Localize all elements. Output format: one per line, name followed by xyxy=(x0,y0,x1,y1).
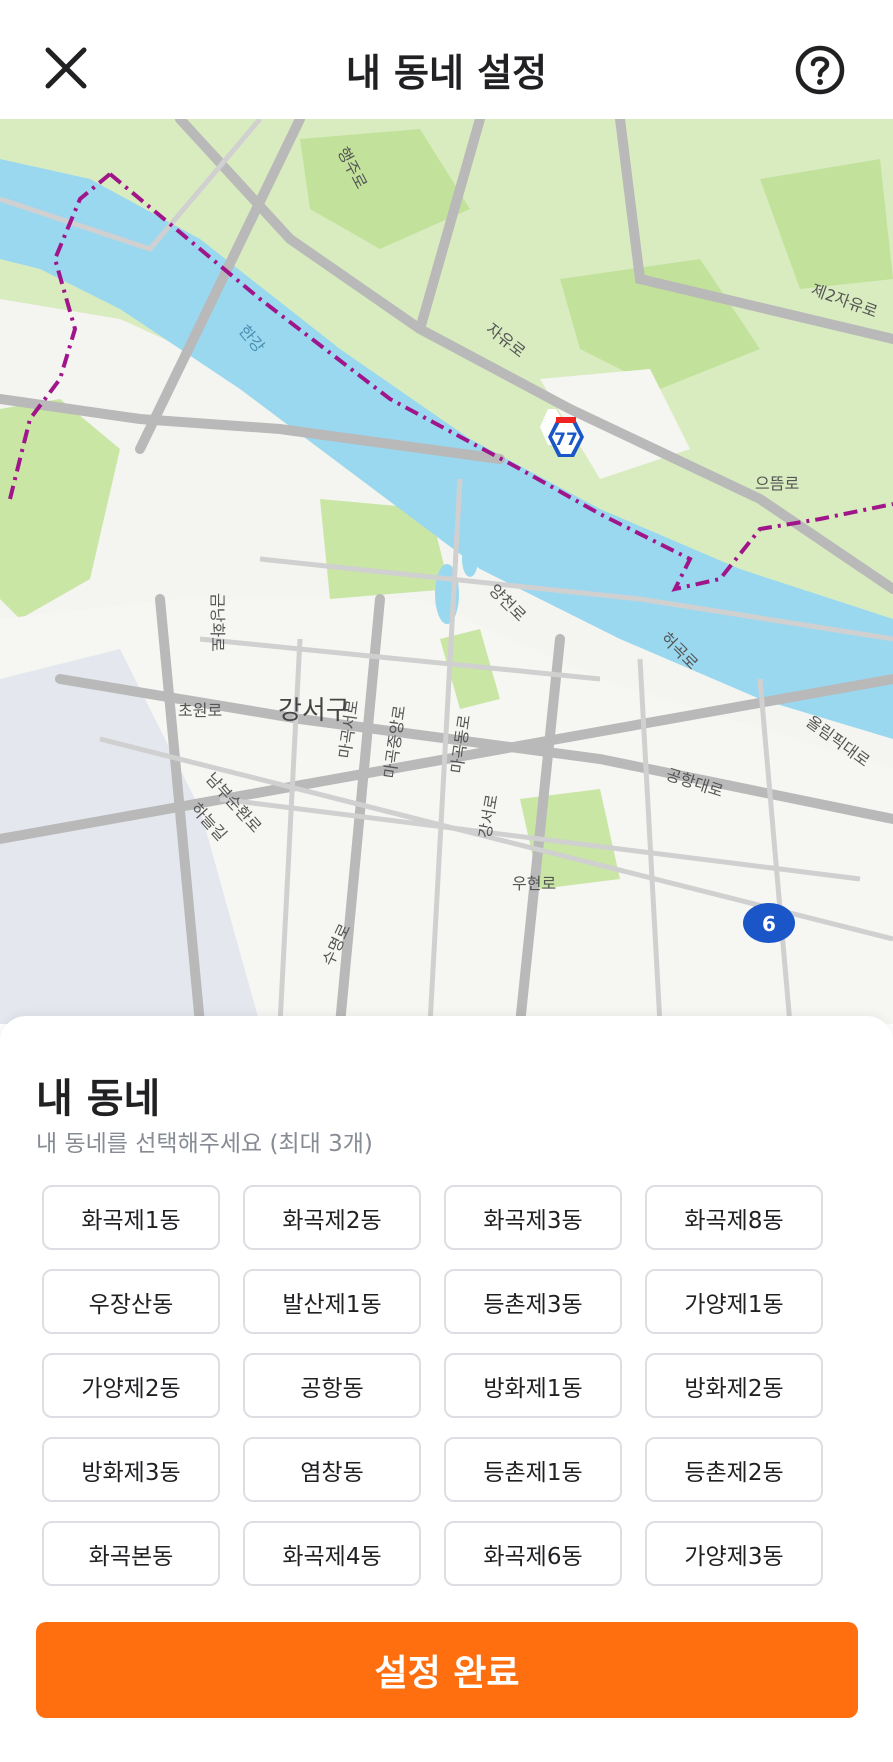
map-label-road: 금낭화로 xyxy=(208,593,227,652)
neighborhood-chip[interactable]: 화곡제2동 xyxy=(243,1185,421,1250)
neighborhood-chip[interactable]: 화곡제3동 xyxy=(444,1185,622,1250)
map-label-road: 초원로 xyxy=(178,701,222,720)
map-label-district: 강서구 xyxy=(278,696,350,726)
neighborhood-map[interactable]: 강서구 한강 행주로 자유로 제2자유로 으뜸로 양천로 허곡로 올림픽대로 공… xyxy=(0,119,893,1024)
map-label-road: 으뜸로 xyxy=(755,474,799,493)
neighborhood-chip[interactable]: 방화제1동 xyxy=(444,1353,622,1418)
neighborhood-chip[interactable]: 공항동 xyxy=(243,1353,421,1418)
neighborhood-sheet: 내 동네 내 동네를 선택해주세요 (최대 3개) 화곡제1동 화곡제2동 화곡… xyxy=(0,1016,893,1762)
neighborhood-chip[interactable]: 가양제3동 xyxy=(645,1521,823,1586)
svg-text:77: 77 xyxy=(554,430,578,450)
neighborhood-chip[interactable]: 등촌제1동 xyxy=(444,1437,622,1502)
neighborhood-chip[interactable]: 발산제1동 xyxy=(243,1269,421,1334)
top-app-bar: 내 동네 설정 xyxy=(0,0,893,119)
neighborhood-chip[interactable]: 화곡제4동 xyxy=(243,1521,421,1586)
neighborhood-chip[interactable]: 가양제2동 xyxy=(42,1353,220,1418)
neighborhood-chip[interactable]: 화곡제6동 xyxy=(444,1521,622,1586)
neighborhood-chip[interactable]: 방화제2동 xyxy=(645,1353,823,1418)
map-label-road: 우현로 xyxy=(512,874,556,893)
sheet-title: 내 동네 xyxy=(36,1076,161,1122)
neighborhood-chip[interactable]: 등촌제3동 xyxy=(444,1269,622,1334)
route-shield-icon: 6 xyxy=(743,903,795,943)
sheet-subtitle: 내 동네를 선택해주세요 (최대 3개) xyxy=(36,1131,373,1157)
neighborhood-chip[interactable]: 방화제3동 xyxy=(42,1437,220,1502)
neighborhood-chip[interactable]: 화곡제8동 xyxy=(645,1185,823,1250)
neighborhood-chip[interactable]: 가양제1동 xyxy=(645,1269,823,1334)
neighborhood-chip[interactable]: 등촌제2동 xyxy=(645,1437,823,1502)
neighborhood-chip[interactable]: 화곡본동 xyxy=(42,1521,220,1586)
svg-text:6: 6 xyxy=(762,912,776,936)
confirm-button[interactable]: 설정 완료 xyxy=(36,1622,858,1718)
question-circle-icon[interactable] xyxy=(790,40,850,100)
neighborhood-chip[interactable]: 화곡제1동 xyxy=(42,1185,220,1250)
neighborhood-chip[interactable]: 염창동 xyxy=(243,1437,421,1502)
page-title: 내 동네 설정 xyxy=(345,51,548,95)
neighborhood-chip[interactable]: 우장산동 xyxy=(42,1269,220,1334)
